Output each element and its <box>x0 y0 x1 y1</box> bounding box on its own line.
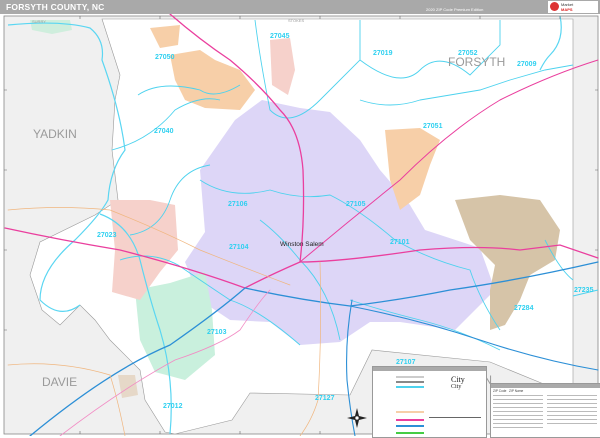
zip-code-table: ZIP Code ZIP Name <box>490 383 600 438</box>
table-row <box>493 399 543 400</box>
title-bar: FORSYTH COUNTY, NC 2020 ZIP Code Premium… <box>0 0 600 14</box>
zip-label: 27045 <box>270 33 290 40</box>
table-row <box>493 395 543 396</box>
zip-label: 27235 <box>574 287 594 294</box>
table-row <box>493 419 543 420</box>
legend-header <box>373 367 486 371</box>
zip-label: 27051 <box>423 123 443 130</box>
logo-text-brand: MAPS <box>561 7 573 12</box>
legend-interstate <box>376 417 426 422</box>
table-row <box>547 419 597 420</box>
market-maps-logo: Market MAPS <box>548 1 598 13</box>
table-row <box>547 423 597 424</box>
table-row <box>493 403 543 404</box>
table-row <box>547 395 597 396</box>
legend-zip-line <box>376 384 426 389</box>
zip-label: 27019 <box>373 50 393 57</box>
city-label-winston-salem: Winston Salem <box>280 241 324 248</box>
table-row <box>547 399 597 400</box>
map-title: FORSYTH COUNTY, NC <box>6 2 105 12</box>
zip-label: 27101 <box>390 239 410 246</box>
table-row <box>493 423 543 424</box>
table-header-bar <box>491 384 600 388</box>
zip-label: 27023 <box>97 232 117 239</box>
scale-bar <box>429 417 481 418</box>
zip-label: 27050 <box>155 54 175 61</box>
county-label-davie: DAVIE <box>42 375 77 389</box>
zip-label: 27105 <box>346 201 366 208</box>
edition-label: 2020 ZIP Code Premium Edition <box>426 7 484 12</box>
zip-label: 27284 <box>514 305 534 312</box>
county-label-stokes: STOKES <box>288 18 304 23</box>
table-row <box>547 415 597 416</box>
zip-label: 27106 <box>228 201 248 208</box>
table-row <box>547 411 597 412</box>
table-row <box>493 411 543 412</box>
legend-city-large: City <box>451 375 465 384</box>
zip-label: 27040 <box>154 128 174 135</box>
table-row <box>547 407 597 408</box>
legend-interstate-2 <box>376 423 426 428</box>
zip-label: 27107 <box>396 359 416 366</box>
zip-label: 27009 <box>517 61 537 68</box>
county-label-yadkin: YADKIN <box>33 127 77 141</box>
table-row <box>547 403 597 404</box>
col-header-zip: ZIP Code <box>493 389 507 393</box>
map-legend: City City <box>372 366 487 438</box>
table-row <box>493 427 543 428</box>
legend-toll-road <box>376 430 426 435</box>
legend-us-highway <box>376 409 426 414</box>
county-label-surry: SURRY <box>32 19 46 24</box>
zip-label: 27012 <box>163 403 183 410</box>
zip-label: 27052 <box>458 50 478 57</box>
table-row <box>493 407 543 408</box>
county-label-forsyth: FORSYTH <box>448 55 505 69</box>
zip-label: 27104 <box>229 244 249 251</box>
zip-label: 27127 <box>315 395 335 402</box>
zip-label: 27103 <box>207 329 227 336</box>
col-header-name: ZIP Name <box>509 389 524 393</box>
logo-mark-icon <box>550 2 559 11</box>
table-row <box>493 415 543 416</box>
map-canvas[interactable]: YADKIN DAVIE FORSYTH STOKES SURRY ON Win… <box>0 14 600 436</box>
legend-city-medium: City <box>451 384 462 390</box>
